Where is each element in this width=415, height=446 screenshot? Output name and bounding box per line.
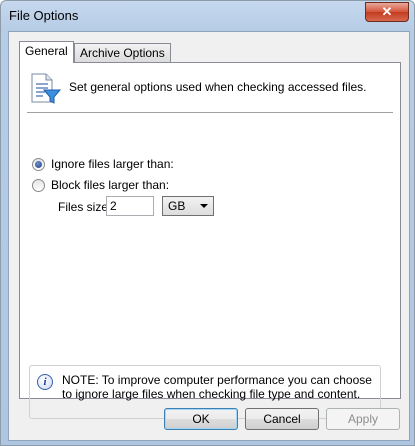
ignore-larger-radio[interactable] — [32, 157, 45, 171]
block-larger-label: Block files larger than: — [51, 178, 170, 192]
ignore-larger-option[interactable]: Ignore files larger than: — [32, 156, 174, 172]
size-unit-value: GB — [168, 199, 186, 213]
title-bar[interactable]: File Options ✕ — [1, 1, 414, 31]
general-description: Set general options used when checking a… — [69, 80, 367, 94]
apply-button[interactable]: Apply — [326, 408, 400, 430]
document-filter-icon — [31, 73, 62, 104]
ignore-larger-label: Ignore files larger than: — [51, 157, 174, 171]
chevron-down-icon — [200, 204, 208, 208]
close-button[interactable]: ✕ — [365, 2, 409, 22]
window-title: File Options — [9, 8, 79, 23]
size-unit-select[interactable]: GB — [162, 196, 214, 216]
general-tab-panel: Set general options used when checking a… — [19, 62, 401, 419]
cancel-button[interactable]: Cancel — [245, 408, 319, 430]
file-options-dialog: File Options ✕ General Archive Options S… — [0, 0, 415, 446]
note-text: NOTE: To improve computer performance yo… — [62, 373, 372, 401]
block-larger-radio[interactable] — [32, 178, 45, 192]
block-larger-option[interactable]: Block files larger than: — [32, 177, 169, 193]
file-size-label: Files size: — [58, 200, 112, 214]
info-icon: i — [37, 374, 53, 390]
separator — [27, 112, 393, 113]
file-size-input[interactable]: 2 — [106, 196, 154, 216]
tab-archive-options[interactable]: Archive Options — [74, 43, 171, 62]
tab-general[interactable]: General — [19, 41, 74, 63]
ok-button[interactable]: OK — [164, 408, 238, 430]
dialog-body: General Archive Options Set general opti… — [8, 31, 410, 441]
close-icon: ✕ — [381, 4, 393, 19]
